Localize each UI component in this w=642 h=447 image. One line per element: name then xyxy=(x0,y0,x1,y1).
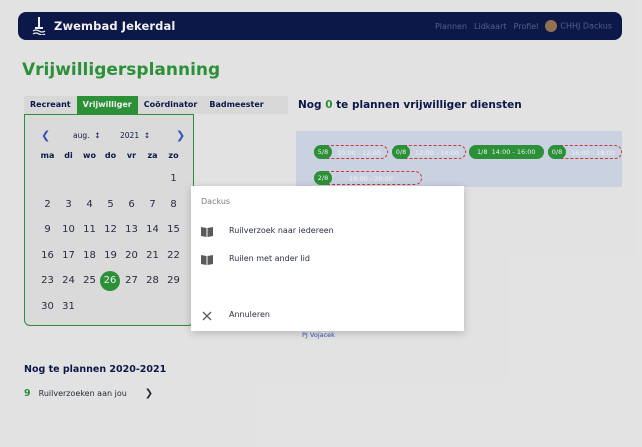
dialog-title: Dackus xyxy=(201,197,231,206)
page: Zwembad Jekerdal Plannen Lidkaart Profie… xyxy=(0,0,642,447)
swap-member-option[interactable]: Ruilen met ander lid xyxy=(191,248,464,274)
close-icon xyxy=(202,311,212,321)
cancel-option[interactable]: Annuleren xyxy=(191,304,464,330)
swap-everyone-option[interactable]: Ruilverzoek naar iedereen xyxy=(191,220,464,246)
swap-dialog: Dackus Ruilverzoek naar iedereen Ruilen … xyxy=(191,186,464,331)
book-icon xyxy=(201,227,213,237)
book-icon xyxy=(201,255,213,265)
